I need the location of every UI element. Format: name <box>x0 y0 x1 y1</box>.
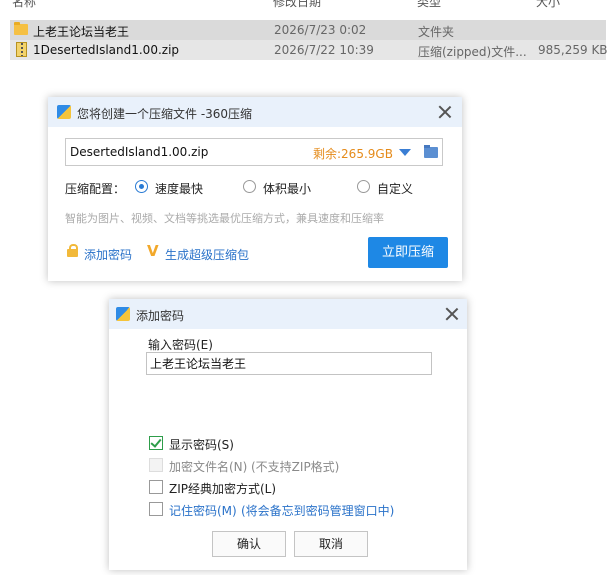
ok-button[interactable]: 确认 <box>212 531 286 557</box>
remember-password-note: (将会备忘到密码管理窗口中) <box>241 504 395 518</box>
password-dialog: 添加密码 输入密码(E) 上老王论坛当老王 显示密码(S) 加密文件名(N) (… <box>109 299 467 570</box>
column-size[interactable]: 大小 <box>536 0 560 10</box>
zip-classic-checkbox[interactable] <box>149 480 163 494</box>
add-password-link[interactable]: 添加密码 <box>84 246 132 263</box>
file-size: 985,259 KB <box>538 43 608 57</box>
zip-file-icon <box>16 42 27 57</box>
remember-password-label[interactable]: 记住密码(M) <box>169 502 237 519</box>
compress-dialog-titlebar: 您将创建一个压缩文件 -360压缩 <box>48 97 462 127</box>
encrypt-filenames-label: 加密文件名(N) <box>169 460 248 474</box>
super-compress-link[interactable]: 生成超级压缩包 <box>165 246 249 263</box>
360zip-app-icon <box>57 105 71 119</box>
column-type[interactable]: 类型 <box>417 0 441 10</box>
filename-field[interactable]: DesertedIsland1.00.zip 剩余:265.9GB <box>65 138 443 166</box>
close-icon[interactable] <box>438 105 452 119</box>
compress-hint: 智能为图片、视频、文档等挑选最优压缩方式，兼具速度和压缩率 <box>65 212 384 225</box>
compress-config-label: 压缩配置： <box>65 182 126 196</box>
zip-classic-label[interactable]: ZIP经典加密方式(L) <box>169 480 276 497</box>
file-list-header: 名称 修改日期 类型 大小 <box>0 0 615 10</box>
column-date[interactable]: 修改日期 <box>273 0 321 10</box>
close-icon[interactable] <box>445 307 459 321</box>
remaining-space: 剩余:265.9GB <box>313 147 393 161</box>
radio-smallest[interactable] <box>243 180 256 193</box>
file-name: 1DesertedIsland1.00.zip <box>33 43 180 57</box>
file-type: 压缩(zipped)文件... <box>418 45 527 59</box>
encrypt-filenames-note: (不支持ZIP格式) <box>251 460 340 474</box>
chevron-down-icon[interactable] <box>399 149 411 156</box>
option-fastest-label[interactable]: 速度最快 <box>155 180 203 197</box>
compress-dialog-title: 您将创建一个压缩文件 -360压缩 <box>77 107 253 121</box>
password-input-label: 输入密码(E) <box>148 338 213 352</box>
super-compress-icon[interactable]: V <box>147 242 159 260</box>
remember-password-checkbox[interactable] <box>149 502 163 516</box>
radio-fastest[interactable] <box>135 180 148 193</box>
browse-folder-icon[interactable] <box>424 145 438 158</box>
column-name[interactable]: 名称 <box>12 0 36 10</box>
filename-value[interactable]: DesertedIsland1.00.zip <box>70 145 208 159</box>
file-type: 文件夹 <box>418 25 455 39</box>
cancel-button[interactable]: 取消 <box>294 531 368 557</box>
lock-icon[interactable] <box>67 244 78 257</box>
compress-now-button[interactable]: 立即压缩 <box>368 237 448 268</box>
encrypt-filenames-checkbox <box>149 458 163 472</box>
folder-icon <box>14 22 28 35</box>
option-smallest-label[interactable]: 体积最小 <box>263 180 311 197</box>
password-dialog-title: 添加密码 <box>136 309 185 323</box>
file-row-folder[interactable]: 上老王论坛当老王 2026/7/23 0:02 文件夹 <box>10 20 606 40</box>
option-custom-label[interactable]: 自定义 <box>377 180 413 197</box>
file-date: 2026/7/22 10:39 <box>274 43 374 57</box>
password-input[interactable]: 上老王论坛当老王 <box>146 352 432 375</box>
file-date: 2026/7/23 0:02 <box>274 23 367 37</box>
file-name: 上老王论坛当老王 <box>33 25 130 39</box>
show-password-label[interactable]: 显示密码(S) <box>169 436 234 453</box>
password-dialog-titlebar: 添加密码 <box>109 299 467 329</box>
compress-dialog: 您将创建一个压缩文件 -360压缩 DesertedIsland1.00.zip… <box>48 97 462 281</box>
file-row-zip[interactable]: 1DesertedIsland1.00.zip 2026/7/22 10:39 … <box>10 40 608 60</box>
show-password-checkbox[interactable] <box>149 436 163 450</box>
radio-custom[interactable] <box>357 180 370 193</box>
360zip-app-icon <box>116 307 130 321</box>
